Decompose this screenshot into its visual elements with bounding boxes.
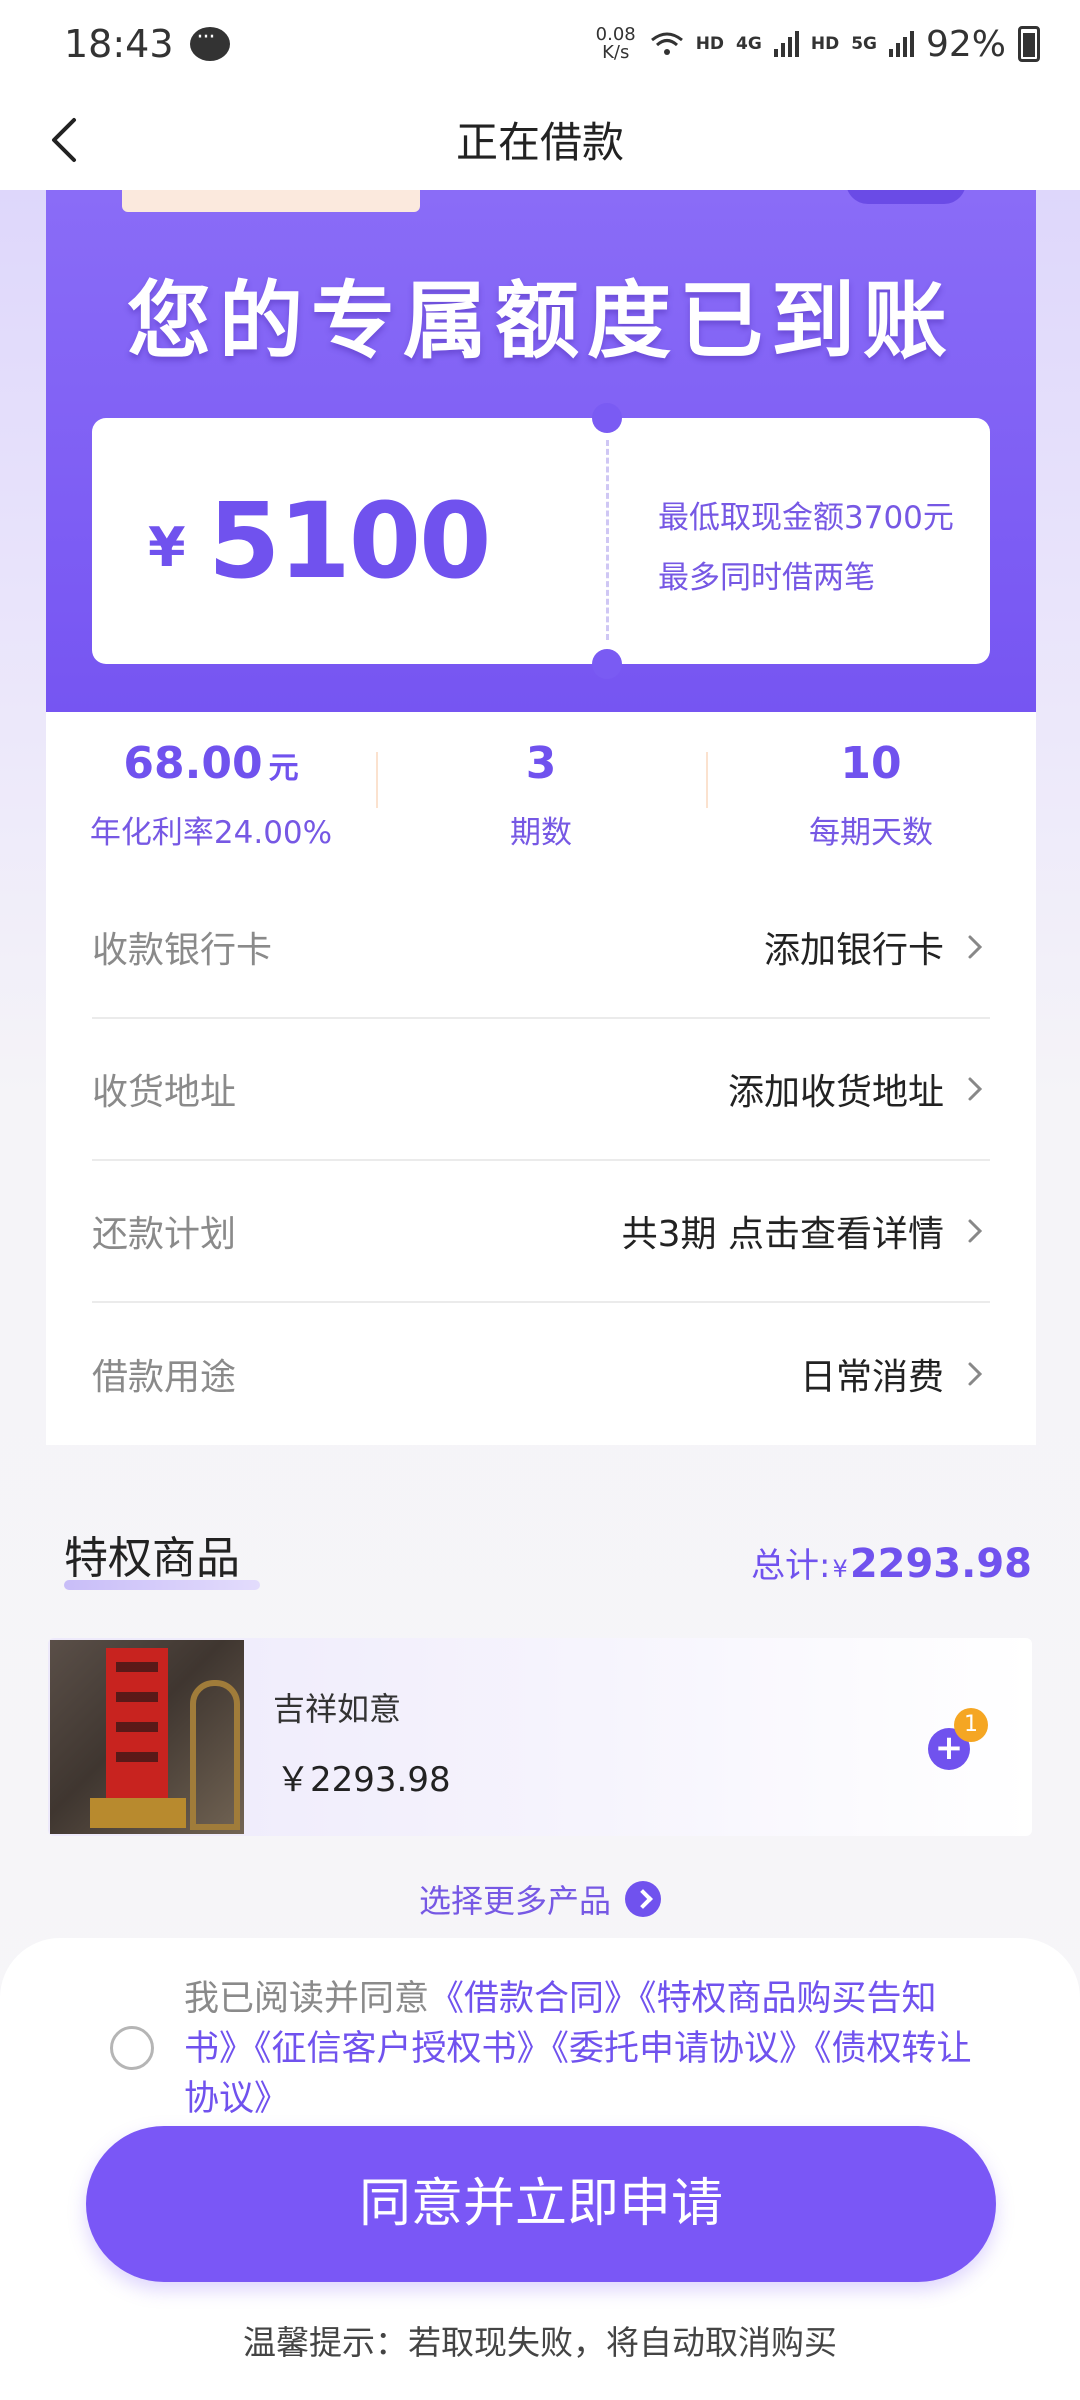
chat-notification-icon	[189, 25, 230, 61]
product-image-base	[90, 1798, 186, 1828]
hero-title: 您的专属额度已到账	[126, 272, 955, 370]
credit-authorization-link[interactable]: 《征信客户授权书》	[254, 2029, 552, 2069]
min-withdraw-note: 最低取现金额3700元	[658, 500, 954, 536]
product-price: ￥2293.98	[276, 1760, 451, 1800]
chevron-right-icon	[968, 1077, 983, 1101]
max-loans-note: 最多同时借两笔	[658, 560, 875, 596]
credit-amount: 5100	[208, 480, 491, 602]
agreement-checkbox[interactable]	[110, 2026, 154, 2070]
stat-days: 10 每期天数	[706, 738, 1036, 852]
network-speed: 0.08 K/s	[594, 26, 638, 62]
loan-purpose-value: 日常消费	[799, 1357, 944, 1398]
credit-amount-card: ¥ 5100 最低取现金额3700元 最多同时借两笔	[92, 403, 990, 679]
signal-strength-2-icon	[888, 31, 914, 57]
stat-periods-value: 3	[525, 737, 557, 789]
total-label: 总计:	[751, 1546, 831, 1586]
quantity-badge: 1	[954, 1708, 988, 1742]
currency-symbol: ¥	[148, 516, 186, 579]
product-name: 吉祥如意	[273, 1690, 402, 1728]
credit-hero-banner: 您的专属额度已到账 ¥ 5100 最低取现金额3700元 最多同时借两笔	[46, 190, 1036, 712]
battery-icon	[1018, 26, 1040, 62]
loan-purpose-row[interactable]: 借款用途 日常消费	[92, 1303, 990, 1445]
address-label: 收货地址	[92, 1072, 237, 1113]
status-indicators: 0.08 K/s HD 4G HD 5G 92%	[594, 24, 1040, 65]
product-card[interactable]: 吉祥如意 ￥2293.98 + 1	[48, 1638, 1032, 1836]
entrust-application-link[interactable]: 《委托申请协议》	[552, 2029, 815, 2069]
hero-decoration-tab	[122, 190, 420, 212]
product-image	[50, 1640, 244, 1834]
bank-card-row[interactable]: 收款银行卡 添加银行卡	[92, 877, 990, 1019]
chevron-right-circle-icon	[625, 1881, 661, 1917]
signal-strength-1-icon	[773, 31, 799, 57]
status-bar: 18:43 0.08 K/s HD 4G HD 5G 92%	[0, 0, 1080, 88]
more-products-label: 选择更多产品	[418, 1882, 611, 1920]
hd-indicator-1: HD	[695, 34, 725, 54]
bank-card-value: 添加银行卡	[763, 930, 944, 971]
bottom-action-sheet: 我已阅读并同意《借款合同》《特权商品购买告知书》《征信客户授权书》《委托申请协议…	[0, 1938, 1080, 2400]
stat-days-label: 每期天数	[809, 814, 933, 851]
goods-total: 总计: ¥ 2293.98	[751, 1538, 1032, 1587]
hero-decoration-icon	[846, 190, 966, 204]
stat-days-value: 10	[840, 737, 902, 789]
page-title: 正在借款	[455, 117, 624, 167]
loan-stats: 68.00 元 年化利率24.00% 3 期数 10 每期天数	[46, 712, 1036, 877]
stat-interest-label: 年化利率24.00%	[89, 814, 333, 851]
agreement-text: 我已阅读并同意《借款合同》《特权商品购买告知书》《征信客户授权书》《委托申请协议…	[184, 1974, 984, 2124]
chevron-right-icon	[968, 1219, 983, 1243]
address-row[interactable]: 收货地址 添加收货地址	[92, 1019, 990, 1161]
total-currency: ¥	[832, 1555, 848, 1583]
stat-periods: 3 期数	[376, 738, 706, 852]
chevron-right-icon	[968, 935, 983, 959]
loan-purpose-label: 借款用途	[92, 1357, 237, 1398]
agreement-prefix: 我已阅读并同意	[184, 1979, 430, 2019]
stat-interest: 68.00 元 年化利率24.00%	[46, 738, 376, 852]
repayment-plan-label: 还款计划	[92, 1214, 237, 1255]
product-image-scroll	[106, 1648, 168, 1798]
chevron-right-icon	[968, 1362, 983, 1386]
apply-button[interactable]: 同意并立即申请	[86, 2126, 996, 2282]
section-title-goods: 特权商品	[64, 1522, 260, 1590]
stat-interest-value: 68.00	[123, 737, 263, 789]
nav-bar: 正在借款	[0, 88, 1080, 190]
more-products-link[interactable]: 选择更多产品	[0, 1876, 1080, 1922]
battery-percent: 92%	[925, 23, 1006, 65]
bank-card-label: 收款银行卡	[92, 930, 273, 971]
repayment-plan-row[interactable]: 还款计划 共3期 点击查看详情	[92, 1161, 990, 1303]
status-time: 18:43	[64, 22, 174, 66]
stat-periods-label: 期数	[510, 814, 572, 851]
address-value: 添加收货地址	[727, 1072, 944, 1113]
stat-interest-unit: 元	[268, 750, 299, 786]
ticket-notch-top	[592, 403, 622, 433]
warm-tip: 温馨提示：若取现失败，将自动取消购买	[243, 2323, 837, 2362]
hd-indicator-2: HD	[810, 34, 840, 54]
loan-form-list: 收款银行卡 添加银行卡 收货地址 添加收货地址 还款计划 共3期 点击查看详情 …	[46, 877, 1036, 1445]
wifi-icon	[650, 32, 683, 55]
total-amount: 2293.98	[849, 1541, 1032, 1587]
repayment-plan-value: 共3期 点击查看详情	[621, 1214, 944, 1255]
network-type-2: 5G	[851, 34, 877, 54]
product-image-frame	[190, 1680, 240, 1830]
ticket-divider	[606, 440, 609, 640]
loan-contract-link[interactable]: 《借款合同》	[429, 1979, 639, 2019]
back-arrow-icon[interactable]	[38, 110, 98, 170]
network-speed-unit: K/s	[602, 42, 630, 63]
ticket-notch-bottom	[592, 649, 622, 679]
network-type-1: 4G	[736, 34, 762, 54]
